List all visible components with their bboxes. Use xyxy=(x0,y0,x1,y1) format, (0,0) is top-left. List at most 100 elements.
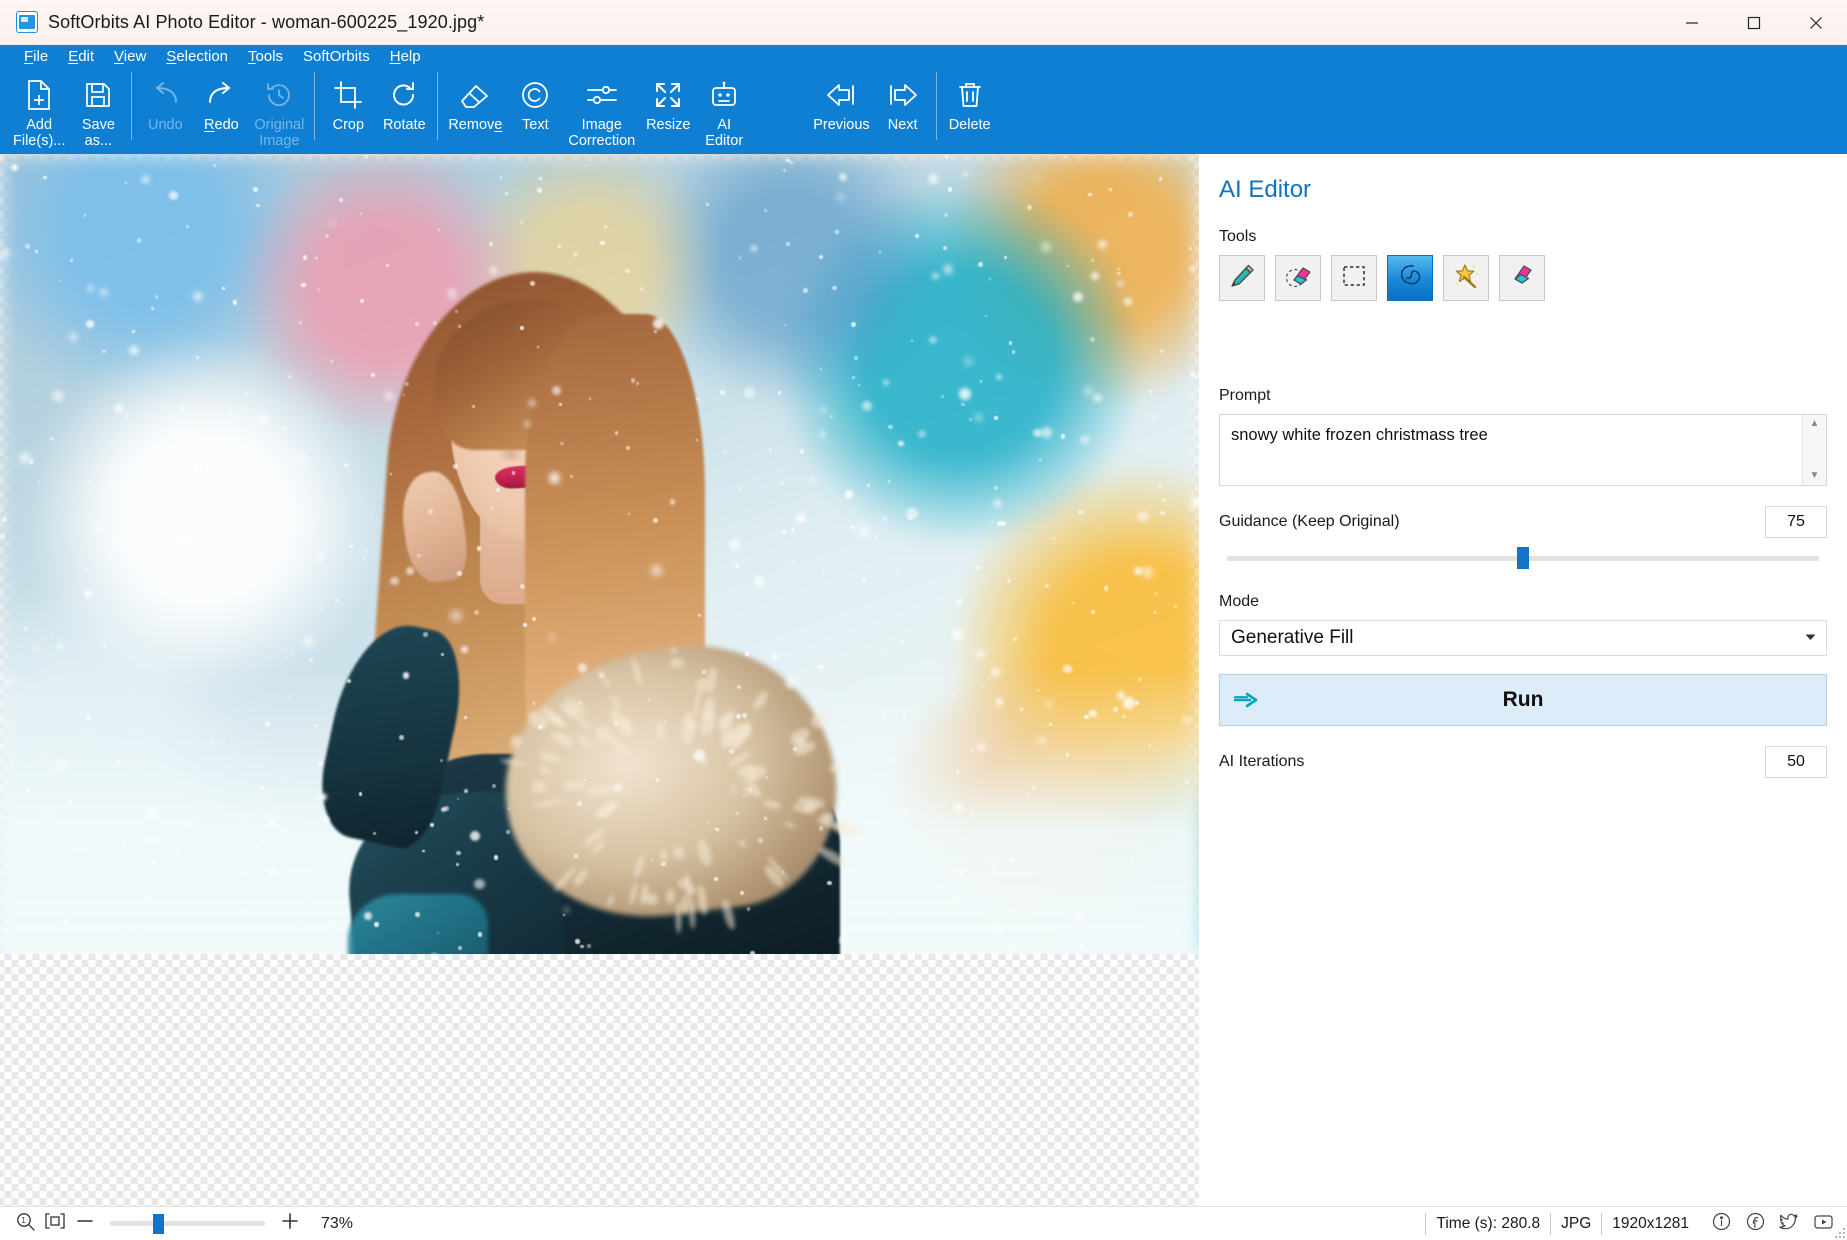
status-bar-right: Time (s): 280.8 JPG 1920x1281 xyxy=(1425,1207,1839,1240)
toolbar-label-rotate: Rotate xyxy=(383,117,426,133)
minimize-button[interactable] xyxy=(1661,0,1723,45)
facebook-button[interactable] xyxy=(1739,1211,1771,1237)
twitter-button[interactable] xyxy=(1773,1211,1805,1237)
menu-item-softorbits[interactable]: SoftOrbits xyxy=(293,45,380,68)
solid-eraser-icon xyxy=(1509,263,1535,294)
prompt-scrollbar[interactable]: ▲ ▼ xyxy=(1802,415,1826,485)
photo-subject xyxy=(330,194,890,954)
zoom-one-to-one-button[interactable]: 1 xyxy=(10,1211,40,1237)
fit-to-screen-button[interactable] xyxy=(40,1211,70,1237)
toolbar-separator-2 xyxy=(314,72,315,140)
guidance-value-field[interactable]: 75 xyxy=(1765,506,1827,538)
toolbar-separator-3 xyxy=(437,72,438,140)
toolbar-label-save-as: Save as... xyxy=(82,117,115,149)
run-button-label: Run xyxy=(1220,688,1826,712)
status-format: JPG xyxy=(1550,1213,1601,1235)
tool-button-lasso-select[interactable] xyxy=(1387,255,1433,301)
maximize-icon xyxy=(1747,16,1761,30)
toolbar-label-previous: Previous xyxy=(813,117,869,133)
plus-icon xyxy=(281,1212,299,1235)
twitter-bird-icon xyxy=(1779,1212,1799,1236)
lasso-icon xyxy=(1396,263,1424,294)
tool-button-brush[interactable] xyxy=(1219,255,1265,301)
zoom-slider-thumb[interactable] xyxy=(153,1214,164,1234)
toolbar-separator-1 xyxy=(131,72,132,140)
svg-text:1: 1 xyxy=(21,1216,26,1225)
dashed-eraser-icon xyxy=(1284,263,1312,294)
minimize-icon xyxy=(1685,16,1699,30)
close-button[interactable] xyxy=(1785,0,1847,45)
mode-select[interactable]: Generative Fill xyxy=(1219,620,1827,656)
toolbar-button-text[interactable]: Text xyxy=(507,68,563,154)
toolbar-button-previous[interactable]: Previous xyxy=(808,68,874,154)
run-button[interactable]: Run xyxy=(1219,674,1827,726)
toolbar-label-delete: Delete xyxy=(949,117,991,133)
menu-item-edit[interactable]: Edit xyxy=(58,45,104,68)
toolbar-label-next: Next xyxy=(888,117,918,133)
application-window: SoftOrbits AI Photo Editor - woman-60022… xyxy=(0,0,1847,1240)
toolbar-label-ai-editor: AI Editor xyxy=(705,117,743,149)
rotate-cw-icon xyxy=(384,75,424,115)
zoom-one-to-one-icon: 1 xyxy=(16,1212,35,1236)
rectangle-marquee-icon xyxy=(1341,264,1367,293)
toolbar-button-original-image[interactable]: Original Image xyxy=(249,68,309,154)
menu-item-selection[interactable]: Selection xyxy=(156,45,238,68)
menu-item-help[interactable]: Help xyxy=(380,45,431,68)
minus-icon xyxy=(76,1212,94,1235)
toolbar-button-remove[interactable]: Remove xyxy=(443,68,507,154)
tool-button-smart-eraser[interactable] xyxy=(1275,255,1321,301)
prompt-scroll-up-icon[interactable]: ▲ xyxy=(1810,419,1820,429)
maximize-button[interactable] xyxy=(1723,0,1785,45)
menu-label-file-rest: ile xyxy=(33,48,48,65)
brush-pen-icon xyxy=(1229,263,1255,294)
toolbar-button-image-correction[interactable]: Image Correction xyxy=(563,68,640,154)
main-content: AI Editor Tools Prompt snowy white froze… xyxy=(0,154,1847,1206)
arrow-right-bar-icon xyxy=(883,75,923,115)
menu-item-view[interactable]: View xyxy=(104,45,156,68)
iterations-row: AI Iterations 50 xyxy=(1219,746,1827,778)
toolbar-label-text: Text xyxy=(522,117,549,133)
tool-button-magic-wand[interactable] xyxy=(1443,255,1489,301)
eraser-icon xyxy=(455,75,495,115)
menu-bar: File Edit View Selection Tools SoftOrbit… xyxy=(0,45,1847,68)
zoom-slider-track xyxy=(110,1221,265,1226)
toolbar-button-delete[interactable]: Delete xyxy=(942,68,998,154)
zoom-slider[interactable] xyxy=(110,1213,265,1235)
prompt-field[interactable]: snowy white frozen christmass tree ▲ ▼ xyxy=(1219,414,1827,486)
menu-item-file[interactable]: File xyxy=(14,45,58,68)
toolbar-button-resize[interactable]: Resize xyxy=(640,68,696,154)
info-button[interactable] xyxy=(1705,1211,1737,1237)
toolbar-button-rotate[interactable]: Rotate xyxy=(376,68,432,154)
toolbar-button-undo[interactable]: Undo xyxy=(137,68,193,154)
menu-item-tools[interactable]: Tools xyxy=(238,45,293,68)
toolbar-label-add-files: Add File(s)... xyxy=(13,117,65,149)
prompt-text[interactable]: snowy white frozen christmass tree xyxy=(1220,415,1826,445)
zoom-out-button[interactable] xyxy=(70,1211,100,1237)
prompt-scroll-down-icon[interactable]: ▼ xyxy=(1810,471,1820,481)
toolbar-button-add-files[interactable]: Add File(s)... xyxy=(8,68,70,154)
copyright-icon xyxy=(515,75,555,115)
title-bar: SoftOrbits AI Photo Editor - woman-60022… xyxy=(0,0,1847,45)
subject-jacket-highlight xyxy=(348,894,488,954)
toolbar-button-redo[interactable]: Redo xyxy=(193,68,249,154)
toolbar-label-image-correction: Image Correction xyxy=(568,117,635,149)
toolbar-button-ai-editor[interactable]: AI Editor xyxy=(696,68,752,154)
toolbar-separator-4 xyxy=(936,72,937,140)
zoom-in-button[interactable] xyxy=(275,1211,305,1237)
iterations-value-field[interactable]: 50 xyxy=(1765,746,1827,778)
guidance-slider[interactable] xyxy=(1219,547,1827,569)
status-bar: 1 73% Time (s): 280.8 JPG 1920x1281 xyxy=(0,1206,1847,1240)
youtube-icon xyxy=(1813,1213,1834,1236)
guidance-slider-thumb[interactable] xyxy=(1517,547,1529,569)
redo-arrow-icon xyxy=(201,75,241,115)
save-disk-icon xyxy=(78,75,118,115)
window-resize-grip[interactable] xyxy=(1833,1226,1845,1238)
window-title: SoftOrbits AI Photo Editor - woman-60022… xyxy=(48,12,484,33)
zoom-percentage: 73% xyxy=(321,1215,353,1233)
tool-button-fill-eraser[interactable] xyxy=(1499,255,1545,301)
toolbar-button-crop[interactable]: Crop xyxy=(320,68,376,154)
toolbar-button-next[interactable]: Next xyxy=(875,68,931,154)
toolbar-button-save-as[interactable]: Save as... xyxy=(70,68,126,154)
image-canvas[interactable] xyxy=(0,154,1199,1206)
tool-button-rectangle-select[interactable] xyxy=(1331,255,1377,301)
